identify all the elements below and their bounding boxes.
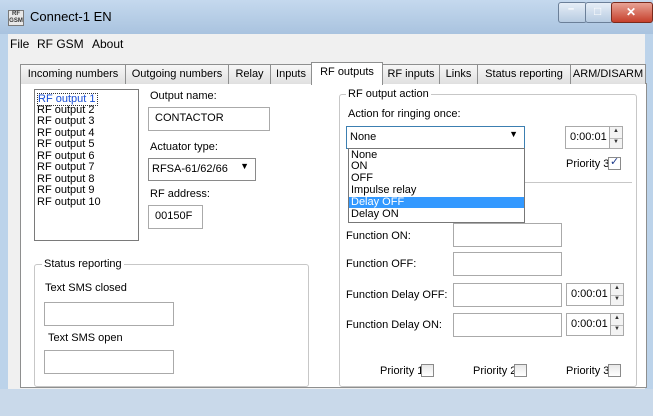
app-icon: RF GSM: [8, 10, 24, 26]
status-reporting-title: Status reporting: [42, 258, 124, 270]
priority2-label: Priority 2: [473, 365, 517, 377]
priority1-label: Priority 1: [380, 365, 424, 377]
delay-off-time-value: 0:00:01: [571, 288, 608, 300]
rf-output-list[interactable]: RF output 1 RF output 2 RF output 3 RF o…: [34, 89, 139, 241]
spinner-buttons: ▲ ▼: [610, 284, 623, 305]
spin-down-icon[interactable]: ▼: [611, 325, 623, 336]
menu-about[interactable]: About: [92, 37, 123, 51]
function-delay-off-label: Function Delay OFF:: [346, 289, 448, 301]
app-icon-text: RF GSM: [9, 11, 23, 24]
output-name-field[interactable]: CONTACTOR: [148, 107, 270, 131]
delay-off-time-spinner[interactable]: 0:00:01 ▲ ▼: [566, 283, 624, 306]
ringing-action-value: None: [350, 131, 377, 143]
title-bar: RF GSM Connect-1 EN – □ ✕: [0, 0, 653, 34]
maximize-button[interactable]: □: [585, 2, 613, 23]
chevron-down-icon: ▼: [509, 129, 518, 139]
ringing-action-select[interactable]: None ▼: [346, 126, 525, 149]
priority1-checkbox[interactable]: [421, 364, 434, 377]
delay-on-time-spinner[interactable]: 0:00:01 ▲ ▼: [566, 313, 624, 336]
tab-arm-disarm[interactable]: ARM/DISARM: [570, 64, 646, 84]
app-window: RF GSM Connect-1 EN – □ ✕ File RF GSM Ab…: [0, 0, 653, 416]
dropdown-option[interactable]: Delay ON: [349, 209, 524, 220]
tab-relay[interactable]: Relay: [228, 64, 271, 84]
ringing-once-label: Action for ringing once:: [348, 108, 461, 120]
priority3-top-checkbox[interactable]: ✓: [608, 156, 621, 170]
priority3-label: Priority 3: [566, 365, 610, 377]
function-off-field[interactable]: [453, 252, 562, 276]
text-sms-closed-label: Text SMS closed: [45, 282, 127, 294]
text-sms-open-label: Text SMS open: [48, 332, 123, 344]
spin-down-icon[interactable]: ▼: [610, 138, 622, 149]
text-sms-closed-field[interactable]: [44, 302, 174, 326]
checkmark-icon: ✓: [610, 156, 620, 168]
rf-address-label: RF address:: [150, 188, 210, 200]
minimize-icon: –: [568, 3, 575, 15]
window-title: Connect-1 EN: [30, 9, 112, 24]
rf-address-field[interactable]: 00150F: [148, 205, 203, 229]
actuator-type-select[interactable]: RFSA-61/62/66 ▼: [148, 158, 256, 181]
tab-links[interactable]: Links: [439, 64, 478, 84]
tab-rf-outputs[interactable]: RF outputs: [311, 62, 383, 85]
tab-inputs[interactable]: Inputs: [270, 64, 312, 84]
priority3-checkbox[interactable]: [608, 364, 621, 377]
tab-status-reporting[interactable]: Status reporting: [477, 64, 571, 84]
function-delay-on-field[interactable]: [453, 313, 562, 337]
dropdown-option[interactable]: ON: [349, 161, 524, 172]
spin-down-icon[interactable]: ▼: [611, 295, 623, 306]
priority2-checkbox[interactable]: [514, 364, 527, 377]
list-item[interactable]: RF output 9: [37, 185, 94, 196]
ringing-time-spinner[interactable]: 0:00:01 ▲ ▼: [565, 126, 623, 149]
menu-bar: File RF GSM About: [8, 34, 645, 53]
function-off-label: Function OFF:: [346, 258, 417, 270]
dropdown-option[interactable]: Impulse relay: [349, 185, 524, 196]
dropdown-option[interactable]: OFF: [349, 173, 524, 184]
priority3-top-label: Priority 3: [566, 158, 610, 170]
list-item[interactable]: RF output 7: [37, 162, 94, 173]
chevron-down-icon: ▼: [240, 161, 249, 171]
text-sms-open-field[interactable]: [44, 350, 174, 374]
actuator-type-value: RFSA-61/62/66: [152, 163, 228, 175]
list-item[interactable]: RF output 5: [37, 139, 94, 150]
actuator-type-label: Actuator type:: [150, 141, 218, 153]
function-on-field[interactable]: [453, 223, 562, 247]
close-button[interactable]: ✕: [611, 2, 653, 23]
menu-rf-gsm[interactable]: RF GSM: [37, 37, 84, 51]
list-item[interactable]: RF output 3: [37, 116, 94, 127]
rf-output-action-title: RF output action: [346, 88, 431, 100]
rf-address-value: 00150F: [155, 210, 193, 222]
menu-file[interactable]: File: [10, 37, 29, 51]
spinner-buttons: ▲ ▼: [610, 314, 623, 335]
minimize-button[interactable]: –: [558, 2, 587, 23]
tab-incoming-numbers[interactable]: Incoming numbers: [20, 64, 126, 84]
function-delay-on-label: Function Delay ON:: [346, 319, 442, 331]
dropdown-option-highlighted[interactable]: Delay OFF: [349, 197, 524, 208]
delay-on-time-value: 0:00:01: [571, 318, 608, 330]
list-item[interactable]: RF output 10: [37, 197, 101, 208]
output-name-label: Output name:: [150, 90, 217, 102]
function-on-label: Function ON:: [346, 230, 411, 242]
dropdown-option[interactable]: None: [349, 150, 524, 161]
ringing-time-value: 0:00:01: [570, 131, 607, 143]
tab-outgoing-numbers[interactable]: Outgoing numbers: [125, 64, 229, 84]
window-bottom-frame: [0, 389, 653, 416]
maximize-icon: □: [594, 4, 602, 18]
separator-line: [524, 182, 632, 183]
close-icon: ✕: [626, 5, 637, 19]
output-name-value: CONTACTOR: [155, 112, 224, 124]
ringing-action-dropdown[interactable]: None ON OFF Impulse relay Delay OFF Dela…: [348, 148, 525, 223]
spinner-buttons: ▲ ▼: [609, 127, 622, 148]
function-delay-off-field[interactable]: [453, 283, 562, 307]
tab-rf-inputs[interactable]: RF inputs: [382, 64, 440, 84]
